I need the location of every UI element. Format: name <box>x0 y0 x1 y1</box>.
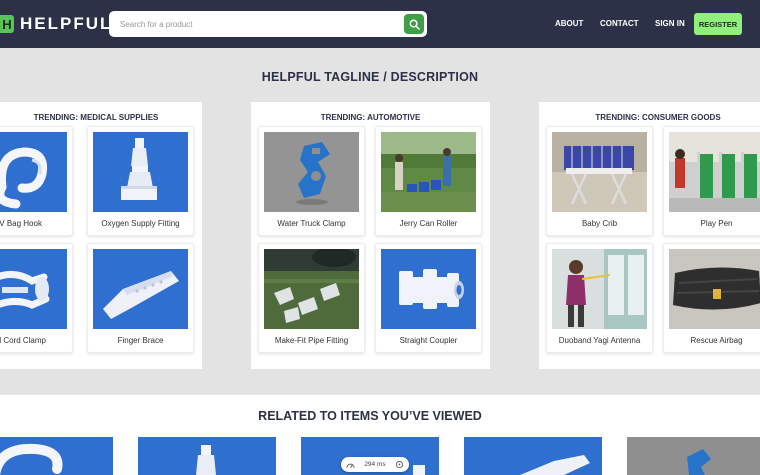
product-label: Play Pen <box>700 219 733 228</box>
product-label: Water Truck Clamp <box>277 219 346 228</box>
product-card-play-pen[interactable]: Play Pen <box>663 126 760 236</box>
zoom-value: 294 ms <box>364 461 386 468</box>
trending-panel-consumer-goods: TRENDING: CONSUMER GOODS Baby Crib Play … <box>539 102 760 369</box>
product-image <box>264 249 359 329</box>
register-button[interactable]: REGISTER <box>694 13 742 35</box>
related-section-title: RELATED TO ITEMS YOU’VE VIEWED <box>258 409 482 423</box>
trending-panel-automotive: TRENDING: AUTOMOTIVE Water Truck Clamp J… <box>251 102 490 369</box>
related-card-2[interactable] <box>138 437 276 475</box>
product-image <box>264 132 359 212</box>
top-header: H HELPFUL ABOUT CONTACT SIGN IN REGISTER <box>0 0 760 48</box>
product-card-oxygen-supply-fitting[interactable]: Oxygen Supply Fitting <box>87 126 194 236</box>
product-image <box>93 249 188 329</box>
product-label: Duoband Yagi Antenna <box>558 336 641 345</box>
panel-title: TRENDING: MEDICAL SUPPLIES <box>33 113 159 122</box>
search-bar <box>109 11 427 37</box>
zoom-indicator[interactable]: 294 ms <box>341 457 409 472</box>
product-image <box>552 249 647 329</box>
product-card-straight-coupler[interactable]: Straight Coupler <box>375 243 482 353</box>
product-image <box>381 132 476 212</box>
product-card-duoband-yagi-antenna[interactable]: Duoband Yagi Antenna <box>546 243 653 353</box>
product-image <box>0 249 67 329</box>
product-card-umbilical-cord-clamp[interactable]: Umbilical Cord Clamp <box>0 243 73 353</box>
target-icon <box>396 460 404 469</box>
product-card-jerry-can-roller[interactable]: Jerry Can Roller <box>375 126 482 236</box>
search-input[interactable] <box>109 11 399 37</box>
nav-contact-link[interactable]: CONTACT <box>600 13 639 35</box>
logo-mark: H <box>0 15 14 33</box>
logo[interactable]: H HELPFUL <box>0 14 112 34</box>
product-label: Jerry Can Roller <box>399 219 458 228</box>
search-icon <box>409 19 420 30</box>
page-tagline: HELPFUL TAGLINE / DESCRIPTION <box>261 70 479 84</box>
panel-title: TRENDING: AUTOMOTIVE <box>320 113 421 122</box>
related-card-4[interactable] <box>464 437 602 475</box>
nav-sign-in-link[interactable]: SIGN IN <box>655 13 685 35</box>
product-label: IV Bag Hook <box>0 219 42 228</box>
trending-panel-medical: TRENDING: MEDICAL SUPPLIES IV Bag Hook O… <box>0 102 202 369</box>
product-card-make-fit-pipe-fitting[interactable]: Make-Fit Pipe Fitting <box>258 243 365 353</box>
product-image <box>0 132 67 212</box>
product-image <box>552 132 647 212</box>
panel-title: TRENDING: CONSUMER GOODS <box>595 113 721 122</box>
related-card-5[interactable] <box>627 437 760 475</box>
product-image <box>93 132 188 212</box>
nav-about-link[interactable]: ABOUT <box>555 13 583 35</box>
product-image <box>669 249 760 329</box>
product-card-baby-crib[interactable]: Baby Crib <box>546 126 653 236</box>
search-button[interactable] <box>404 14 424 34</box>
logo-text: HELPFUL <box>20 14 113 33</box>
product-label: Finger Brace <box>117 336 164 345</box>
product-label: Rescue Airbag <box>690 336 743 345</box>
product-card-iv-bag-hook[interactable]: IV Bag Hook <box>0 126 73 236</box>
product-label: Baby Crib <box>581 219 618 228</box>
product-label: Straight Coupler <box>399 336 458 345</box>
product-label: Make-Fit Pipe Fitting <box>274 336 349 345</box>
product-label: Umbilical Cord Clamp <box>0 336 46 345</box>
product-image <box>669 132 760 212</box>
product-label: Oxygen Supply Fitting <box>101 219 180 228</box>
product-card-rescue-airbag[interactable]: Rescue Airbag <box>663 243 760 353</box>
product-card-water-truck-clamp[interactable]: Water Truck Clamp <box>258 126 365 236</box>
speed-icon <box>346 463 355 468</box>
product-card-finger-brace[interactable]: Finger Brace <box>87 243 194 353</box>
related-card-1[interactable] <box>0 437 113 475</box>
product-image <box>381 249 476 329</box>
